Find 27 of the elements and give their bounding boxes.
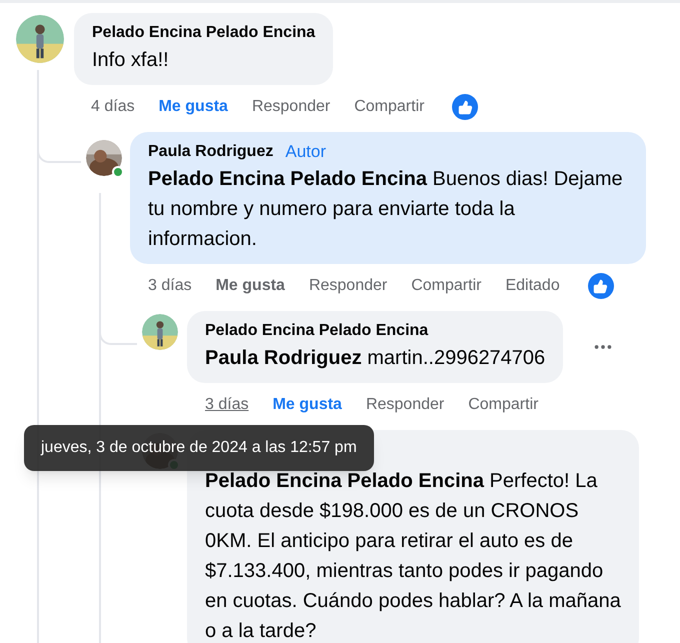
comment-action[interactable]: Responder — [308, 274, 388, 298]
author-name[interactable]: Paula Rodriguez — [148, 140, 274, 164]
comment-action[interactable]: Responder — [252, 95, 330, 119]
timestamp-link[interactable]: 4 días — [91, 95, 135, 119]
comment-action[interactable]: Compartir — [354, 95, 424, 119]
comment-action[interactable]: Editado — [505, 274, 560, 298]
timestamp-tooltip: jueves, 3 de octubre de 2024 a las 12:57 pm — [24, 425, 374, 471]
avatar[interactable] — [16, 15, 64, 63]
like-button[interactable]: Me gusta — [216, 274, 285, 298]
comment-action[interactable]: Responder — [366, 393, 444, 417]
comment-text: Paula Rodriguez martin..2996274706 — [205, 346, 546, 371]
author-name[interactable]: Pelado Encina Pelado Encina — [205, 319, 428, 343]
comment-text: Pelado Encina Pelado Encina Perfecto! La cuota desde $198.000 es de un CRONOS 0KM. El anticipo para retirar el auto es de $7.133.400, mientras tanto podes ir pagando en cuotas. Cuándo podes hablar? A la mañana o a la tarde? — [205, 469, 621, 643]
timestamp-link[interactable]: 3 días — [205, 393, 249, 417]
comment-text: Info xfa!! — [92, 48, 170, 73]
avatar[interactable] — [142, 314, 178, 350]
like-button[interactable]: Me gusta — [158, 95, 228, 119]
timestamp-link[interactable]: 3 días — [148, 274, 192, 298]
author-name[interactable]: Pelado Encina Pelado Encina — [92, 21, 316, 45]
comment-text: Pelado Encina Pelado Encina Buenos dias! Dejame tu nombre y numero para enviarte toda la informacion. — [148, 167, 624, 252]
avatar[interactable] — [86, 140, 122, 176]
like-reaction-icon[interactable] — [452, 94, 478, 120]
like-button[interactable]: Me gusta — [272, 393, 342, 417]
like-reaction-icon[interactable] — [588, 273, 614, 299]
author-role-label: Autor — [285, 141, 326, 163]
comment-action[interactable]: Compartir — [468, 393, 538, 417]
comment-action[interactable]: Compartir — [411, 274, 482, 298]
